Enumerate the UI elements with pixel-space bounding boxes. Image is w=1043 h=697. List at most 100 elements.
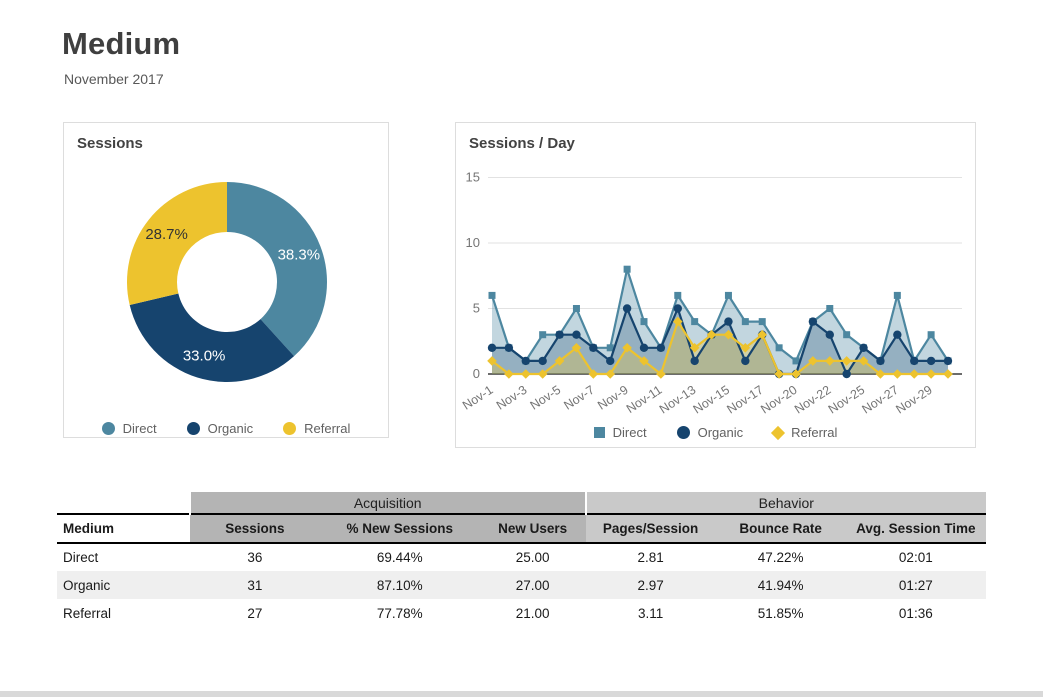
page-bottom-edge <box>0 691 1043 697</box>
organic-marker <box>639 343 649 352</box>
page-subtitle: November 2017 <box>64 71 164 87</box>
x-tick-label: Nov-20 <box>758 383 799 417</box>
organic-marker <box>504 343 514 352</box>
table-cell: 2.81 <box>637 550 664 565</box>
direct-marker <box>691 318 699 326</box>
group-header-acquisition: Acquisition <box>188 492 586 514</box>
donut-legend-item-referral: Referral <box>283 421 350 436</box>
table-header-row: Medium Sessions% New Sessions New Users Pag… <box>57 513 986 544</box>
daily-card-title: Sessions / Day <box>469 135 575 152</box>
direct-marker <box>488 291 496 299</box>
organic-marker <box>808 317 818 326</box>
column-header-bounce-rate: Bounce Rate <box>715 513 846 544</box>
organic-marker <box>926 356 936 366</box>
table-cell: 01:36 <box>898 605 933 621</box>
direct-marker <box>893 291 901 299</box>
direct-marker <box>741 318 749 326</box>
organic-marker <box>606 356 615 366</box>
daily-legend-item-organic: Organic <box>676 425 744 440</box>
table-cell: 87.10% <box>376 577 423 593</box>
legend-label: Organic <box>697 425 744 440</box>
x-tick-label: Nov-3 <box>494 383 530 413</box>
table-cell: 2.97 <box>637 577 664 593</box>
organic-marker <box>876 356 885 366</box>
donut-slice-label: 38.3% <box>278 246 321 263</box>
medium-report-table: Acquisition Behavior Medium Sessions% New S… <box>57 492 986 627</box>
organic-marker <box>538 356 547 366</box>
x-tick-label: Nov-5 <box>528 383 564 413</box>
y-tick-label: 15 <box>466 170 480 185</box>
table-cell: 02:01 <box>898 550 933 565</box>
table-group-header-row: Acquisition Behavior <box>57 492 986 514</box>
column-header-medium: Medium <box>57 513 190 544</box>
column-header-avg-session-time: Avg. Session Time <box>845 513 986 544</box>
table-cell: 51.85% <box>757 605 804 621</box>
donut-slice-referral <box>126 182 227 306</box>
x-tick-label: Nov-17 <box>724 383 765 417</box>
y-tick-label: 10 <box>466 235 480 250</box>
y-tick-label: 5 <box>473 301 480 316</box>
table-cell: Referral <box>63 605 112 621</box>
donut-legend: Direct Organic Referral <box>64 421 388 436</box>
sessions-donut-card: Sessions 38.3% 33.0% 28.7% Direct Organic Re… <box>63 122 389 438</box>
legend-label: Referral <box>304 421 351 436</box>
page-title: Medium <box>62 26 181 61</box>
table-row-referral: Referral 27 77.78% 21.00 3.11 51.85% 01:36 <box>57 599 986 627</box>
table-cell: 69.44% <box>376 550 423 565</box>
direct-legend-swatch <box>593 427 605 438</box>
direct-marker <box>758 318 766 326</box>
direct-marker <box>775 344 783 352</box>
x-tick-label: Nov-1 <box>460 383 496 413</box>
sessions-donut-chart: 38.3% 33.0% 28.7% <box>64 152 388 419</box>
table-cell: 41.94% <box>757 577 804 593</box>
table-cell: 77.78% <box>376 605 423 621</box>
table-cell: 3.11 <box>637 605 664 621</box>
organic-marker <box>673 304 682 313</box>
y-tick-label: 0 <box>473 366 480 381</box>
daily-legend-item-referral: Referral <box>771 425 838 440</box>
organic-legend-swatch <box>186 422 200 435</box>
direct-marker <box>539 331 547 339</box>
column-header-new-users: New Users <box>479 513 586 544</box>
column-header-pages-session: Pages/Session <box>585 513 716 544</box>
organic-marker <box>741 356 750 366</box>
group-header-behavior: Behavior <box>584 492 986 514</box>
direct-marker <box>640 318 648 326</box>
group-header-spacer <box>57 492 190 514</box>
table-cell: 36 <box>247 550 263 565</box>
table-cell: Direct <box>63 550 99 565</box>
table-row-organic: Organic 31 87.10% 27.00 2.97 41.94% 01:27 <box>57 571 986 599</box>
donut-card-title: Sessions <box>77 135 143 152</box>
donut-slice-label: 33.0% <box>183 348 226 365</box>
legend-label: Referral <box>791 425 838 440</box>
x-tick-label: Nov-22 <box>792 383 833 417</box>
column-header--new-sessions: % New Sessions <box>319 513 480 544</box>
direct-marker <box>674 291 682 299</box>
legend-label: Direct <box>122 421 157 436</box>
donut-legend-item-organic: Organic <box>186 421 254 436</box>
daily-chart-legend: Direct Organic Referral <box>456 425 975 440</box>
organic-marker <box>825 330 834 339</box>
organic-marker <box>656 343 666 352</box>
table-cell: 27 <box>247 605 263 621</box>
x-tick-label: Nov-25 <box>826 383 867 417</box>
organic-marker <box>572 330 581 339</box>
x-tick-label: Nov-29 <box>893 383 934 417</box>
organic-marker <box>893 330 902 339</box>
table-cell: Organic <box>63 577 111 593</box>
x-tick-label: Nov-11 <box>624 383 665 416</box>
organic-marker <box>555 330 564 339</box>
table-cell: 21.00 <box>515 605 550 621</box>
table-cell: 01:27 <box>898 577 933 593</box>
donut-svg: 38.3% 33.0% 28.7% <box>126 182 327 382</box>
direct-marker <box>927 331 935 339</box>
x-tick-label: Nov-13 <box>657 383 698 417</box>
direct-marker <box>843 331 851 339</box>
daily-legend-item-direct: Direct <box>593 425 647 440</box>
table-cell: 25.00 <box>515 550 550 565</box>
daily-svg: 051015Nov-1Nov-3Nov-5Nov-7Nov-9Nov-11Nov… <box>460 170 962 417</box>
organic-marker <box>589 343 598 352</box>
x-tick-label: Nov-7 <box>561 383 597 413</box>
organic-legend-swatch <box>676 426 690 439</box>
legend-label: Organic <box>207 421 254 436</box>
